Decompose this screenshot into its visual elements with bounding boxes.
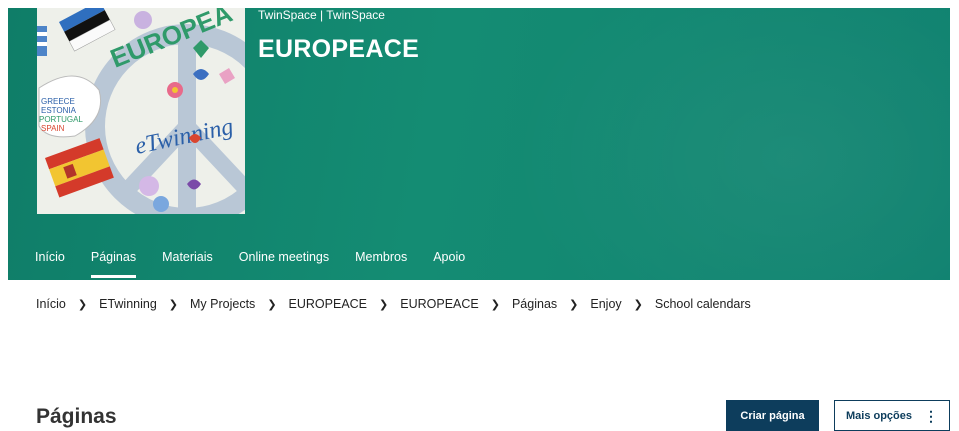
breadcrumb-europeace-1[interactable]: EUROPEACE <box>289 297 368 311</box>
tab-inicio[interactable]: Início <box>35 249 65 280</box>
twinspace-crumb[interactable]: TwinSpace | TwinSpace <box>258 8 385 22</box>
breadcrumb-etwinning[interactable]: ETwinning <box>99 297 157 311</box>
kebab-menu-icon: ⋮ <box>924 407 939 424</box>
tab-membros[interactable]: Membros <box>355 249 407 280</box>
project-logo: EUROPEA eTwinning GREECE ESTONIA PORTUGA… <box>37 8 245 214</box>
logo-artwork: EUROPEA eTwinning GREECE ESTONIA PORTUGA… <box>37 8 245 214</box>
project-tabs: Início Páginas Materiais Online meetings… <box>35 249 491 280</box>
create-page-button[interactable]: Criar página <box>726 400 819 431</box>
breadcrumb: Início ❯ ETwinning ❯ My Projects ❯ EUROP… <box>36 297 751 311</box>
chevron-right-icon: ❯ <box>569 298 579 311</box>
chevron-right-icon: ❯ <box>267 298 277 311</box>
tab-online-meetings[interactable]: Online meetings <box>239 249 329 280</box>
chevron-right-icon: ❯ <box>379 298 389 311</box>
logo-word-greece: GREECE <box>41 97 75 106</box>
chevron-right-icon: ❯ <box>168 298 179 311</box>
tab-paginas[interactable]: Páginas <box>90 249 137 280</box>
breadcrumb-enjoy[interactable]: Enjoy <box>590 297 621 311</box>
project-title: EUROPEACE <box>258 35 420 63</box>
breadcrumb-inicio[interactable]: Início <box>36 297 66 311</box>
chevron-right-icon: ❯ <box>633 298 643 311</box>
breadcrumb-paginas[interactable]: Páginas <box>512 297 557 311</box>
logo-word-spain: SPAIN <box>41 124 65 133</box>
project-banner: EUROPEA eTwinning GREECE ESTONIA PORTUGA… <box>8 8 950 280</box>
logo-word-estonia: ESTONIA <box>41 106 77 115</box>
breadcrumb-europeace-2[interactable]: EUROPEACE <box>400 297 479 311</box>
breadcrumb-school-calendars: School calendars <box>654 297 751 311</box>
breadcrumb-my-projects[interactable]: My Projects <box>190 297 255 311</box>
more-options-button[interactable]: Mais opções ⋮ <box>834 400 950 431</box>
more-options-label: Mais opções <box>845 409 913 422</box>
page-title: Páginas <box>36 405 117 428</box>
chevron-right-icon: ❯ <box>490 298 500 311</box>
tab-materiais[interactable]: Materiais <box>162 249 213 280</box>
tab-apoio[interactable]: Apoio <box>433 249 465 280</box>
logo-word-portugal: PORTUGAL <box>39 115 83 124</box>
chevron-right-icon: ❯ <box>77 298 88 311</box>
